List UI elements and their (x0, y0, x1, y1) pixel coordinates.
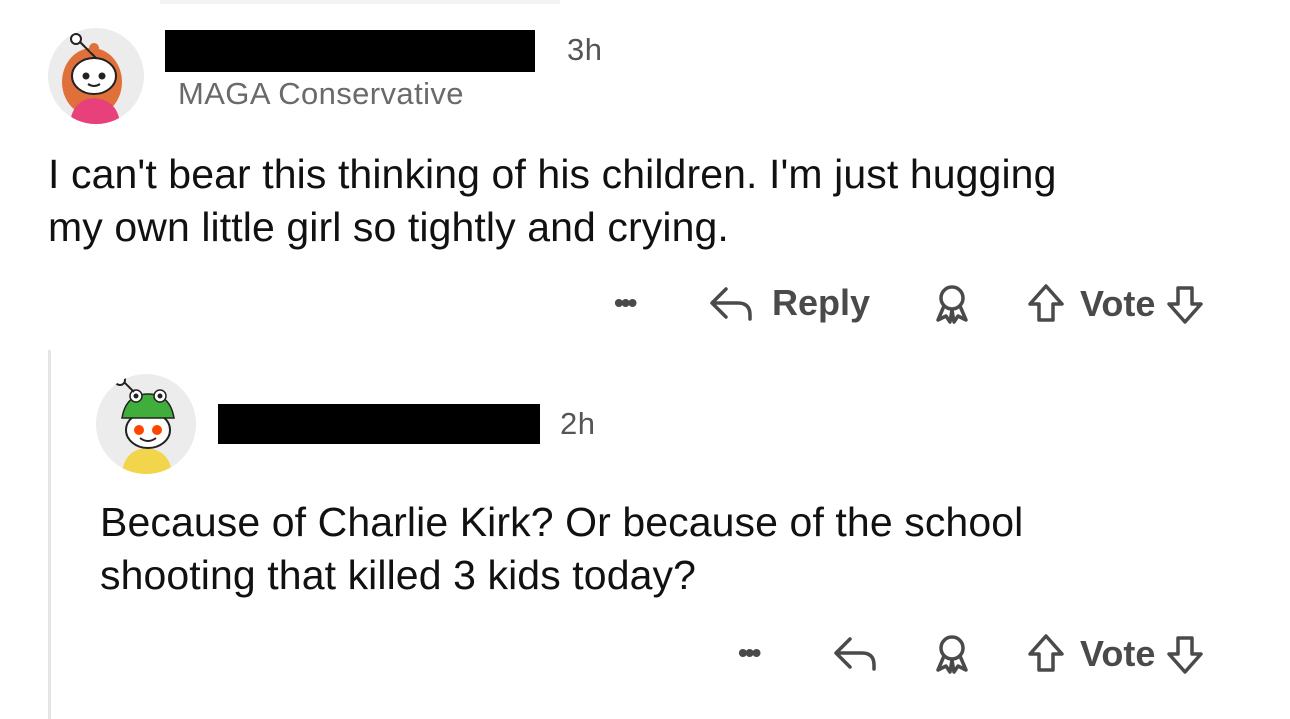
vote-label: Vote (1080, 283, 1156, 324)
comment-body-line: I can't bear this thinking of his childr… (48, 151, 1057, 197)
reply-label: Reply (772, 282, 871, 323)
upvote-icon[interactable] (1026, 632, 1066, 676)
vote-control: Vote (1026, 282, 1205, 326)
award-button[interactable] (930, 282, 974, 326)
comment-body-line: my own little girl so tightly and crying… (48, 204, 729, 250)
downvote-icon[interactable] (1165, 282, 1205, 326)
reply-body-line: Because of Charlie Kirk? Or because of t… (100, 499, 1024, 545)
reply-arrow-icon (710, 287, 752, 321)
username-redacted (165, 30, 535, 72)
reply-body: Because of Charlie Kirk? Or because of t… (100, 496, 1023, 602)
user-flair: MAGA Conservative (178, 76, 464, 111)
top-divider (160, 0, 560, 4)
downvote-icon[interactable] (1165, 632, 1205, 676)
vote-label: Vote (1080, 633, 1156, 674)
upvote-icon[interactable] (1026, 282, 1066, 326)
snoo-avatar-redhair-icon (62, 33, 122, 124)
username-redacted (218, 404, 540, 444)
timestamp: 3h (567, 32, 603, 67)
vote-control: Vote (1026, 632, 1205, 676)
reply-button[interactable]: Reply (708, 280, 870, 326)
avatar[interactable] (96, 374, 196, 474)
thread-line[interactable] (48, 350, 51, 719)
reply-arrow-icon (834, 637, 876, 671)
more-options-button[interactable]: ••• (738, 633, 761, 673)
comment-body: I can't bear this thinking of his childr… (48, 148, 1056, 254)
more-options-button[interactable]: ••• (614, 283, 637, 323)
more-dots-icon: ••• (614, 287, 637, 318)
reply-body-line: shooting that killed 3 kids today? (100, 552, 696, 598)
award-icon (936, 285, 968, 324)
reply-button[interactable] (832, 630, 880, 676)
more-dots-icon: ••• (738, 637, 761, 668)
timestamp: 2h (560, 406, 596, 441)
avatar[interactable] (48, 28, 144, 124)
award-button[interactable] (930, 632, 974, 676)
snoo-avatar-frog-hat-icon (114, 374, 175, 474)
award-icon (936, 635, 968, 674)
